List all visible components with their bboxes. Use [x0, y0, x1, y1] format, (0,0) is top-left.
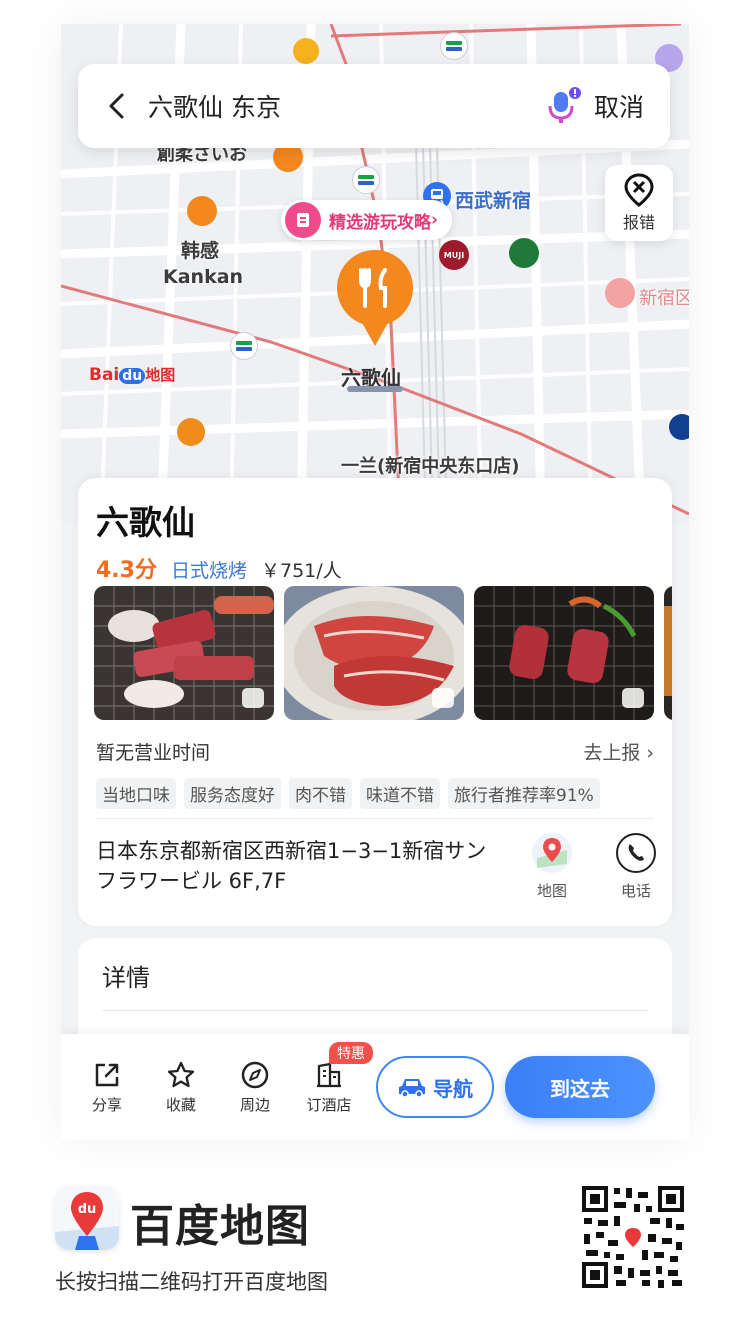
- hotel-label: 订酒店: [306, 1096, 352, 1114]
- app-icon-text: du: [78, 1202, 97, 1217]
- photo-thumbnail[interactable]: [474, 586, 654, 720]
- review-tag[interactable]: 肉不错: [289, 778, 352, 809]
- photo-thumbnail[interactable]: [664, 586, 672, 720]
- family-mart-icon[interactable]: [352, 166, 380, 194]
- chevron-right-icon: ›: [431, 210, 439, 230]
- navigate-label: 导航: [433, 1076, 473, 1101]
- app-frame: 創柔さいお 西武新宿 韩感 Kankan MUJI 新宿区 Bai du 地图 一兰…: [61, 24, 689, 1140]
- map-label-kankan-cn: 韩感: [181, 240, 220, 262]
- hotel-icon: [317, 1062, 341, 1088]
- share-button[interactable]: 分享: [77, 1060, 137, 1115]
- report-hours-link[interactable]: 去上报 ›: [583, 738, 654, 765]
- travel-guide-chip[interactable]: 精选游玩攻略 ›: [281, 200, 453, 240]
- food-pin-icon[interactable]: [187, 196, 217, 226]
- selected-poi-pin[interactable]: [335, 248, 415, 348]
- divider: [102, 1010, 648, 1011]
- share-icon: [95, 1063, 119, 1087]
- guide-chip-label: 精选游玩攻略: [329, 212, 431, 233]
- voice-mic-icon[interactable]: [542, 86, 582, 126]
- bank-icon[interactable]: [669, 414, 689, 440]
- footer-brand: 百度地图: [130, 1201, 310, 1252]
- cancel-button[interactable]: 取消: [594, 88, 644, 124]
- review-tag[interactable]: 当地口味: [96, 778, 176, 809]
- bottom-toolbar: 分享 收藏 周边 订酒店 特惠 导航 到这去: [61, 1034, 689, 1140]
- go-here-label: 到这去: [550, 1076, 610, 1101]
- logo-bai: Bai: [89, 365, 120, 385]
- baidu-map-watermark: Bai du 地图: [89, 364, 175, 385]
- report-error-button[interactable]: 报错: [605, 165, 673, 241]
- logo-map: 地图: [145, 366, 176, 384]
- shop-icon[interactable]: [509, 238, 539, 268]
- restaurant-pin[interactable]: [177, 418, 205, 446]
- gallery-icon: [432, 688, 454, 708]
- review-tag[interactable]: 味道不错: [360, 778, 440, 809]
- gallery-icon: [622, 688, 644, 708]
- search-query[interactable]: 六歌仙 东京: [148, 88, 542, 124]
- back-arrow-icon[interactable]: [104, 91, 128, 121]
- review-tag[interactable]: 旅行者推荐率91%: [448, 778, 600, 809]
- search-bar[interactable]: 六歌仙 东京 取消: [78, 64, 670, 148]
- details-title: 详情: [102, 964, 150, 992]
- car-icon: [399, 1079, 425, 1098]
- gallery-icon: [242, 688, 264, 708]
- station-label: 西武新宿: [455, 190, 532, 212]
- photo-strip[interactable]: [94, 586, 672, 722]
- phone-icon: [616, 833, 656, 873]
- report-hours-label: 去上报: [583, 742, 641, 764]
- map-label-ichiran: 一兰(新宿中央东口店): [341, 456, 520, 477]
- book-hotel-button[interactable]: 订酒店: [299, 1060, 359, 1115]
- selected-pin-underline: [347, 386, 403, 392]
- map-view[interactable]: 創柔さいお 西武新宿 韩感 Kankan MUJI 新宿区 Bai du 地图 一兰…: [61, 24, 689, 524]
- report-error-label: 报错: [622, 213, 655, 232]
- map-button-label: 地图: [536, 882, 567, 900]
- poi-info-card: 六歌仙 4.3分 日式烧烤 ￥751/人 暂无营业时间 去上报 › 当地口味 服…: [78, 478, 672, 926]
- footer-hint: 长按扫描二维码打开百度地图: [55, 1270, 328, 1294]
- share-label: 分享: [91, 1096, 122, 1114]
- ward-office-icon[interactable]: [605, 278, 635, 308]
- qr-code: [580, 1184, 686, 1290]
- phone-button-label: 电话: [620, 882, 651, 900]
- favorite-button[interactable]: 收藏: [151, 1060, 211, 1115]
- family-mart-icon[interactable]: [230, 332, 258, 360]
- poi-title: 六歌仙: [96, 503, 195, 542]
- report-pin-icon: [624, 173, 654, 207]
- photo-thumbnail[interactable]: [94, 586, 274, 720]
- review-tags: 当地口味 服务态度好 肉不错 味道不错 旅行者推荐率91%: [96, 778, 600, 809]
- nearby-label: 周边: [239, 1096, 270, 1114]
- compass-icon: [241, 1061, 269, 1089]
- promo-badge: 特惠: [329, 1042, 373, 1064]
- map-location-icon: [532, 833, 572, 873]
- muji-icon[interactable]: MUJI: [439, 240, 469, 270]
- nearby-button[interactable]: 周边: [225, 1060, 285, 1115]
- chevron-right-icon: ›: [646, 742, 654, 764]
- poi-address: 日本东京都新宿区西新宿1−3−1新宿サンフラワービル 6F,7F: [96, 839, 487, 893]
- navigate-button[interactable]: 导航: [376, 1056, 494, 1118]
- logo-du: du: [119, 368, 146, 384]
- show-on-map-button[interactable]: 地图: [522, 832, 582, 901]
- photo-thumbnail[interactable]: [284, 586, 464, 720]
- poi-meta: 4.3分 日式烧烤 ￥751/人: [96, 552, 342, 584]
- divider: [96, 818, 654, 819]
- guide-icon: [285, 202, 321, 238]
- go-here-button[interactable]: 到这去: [505, 1056, 655, 1118]
- map-label-shinjuku: 新宿区: [639, 288, 689, 309]
- poi-price: ￥751/人: [261, 560, 342, 582]
- map-label-kankan-en: Kankan: [163, 266, 244, 288]
- favorite-label: 收藏: [165, 1096, 196, 1114]
- call-phone-button[interactable]: 电话: [606, 832, 666, 901]
- family-mart-icon[interactable]: [440, 32, 468, 60]
- baidu-map-app-icon: du: [55, 1186, 119, 1250]
- business-hours: 暂无营业时间: [96, 742, 211, 764]
- poi-cuisine[interactable]: 日式烧烤: [171, 556, 247, 583]
- star-icon: [167, 1061, 195, 1088]
- poi-rating: 4.3分: [96, 558, 157, 583]
- review-tag[interactable]: 服务态度好: [184, 778, 281, 809]
- burger-king-icon[interactable]: [293, 38, 319, 64]
